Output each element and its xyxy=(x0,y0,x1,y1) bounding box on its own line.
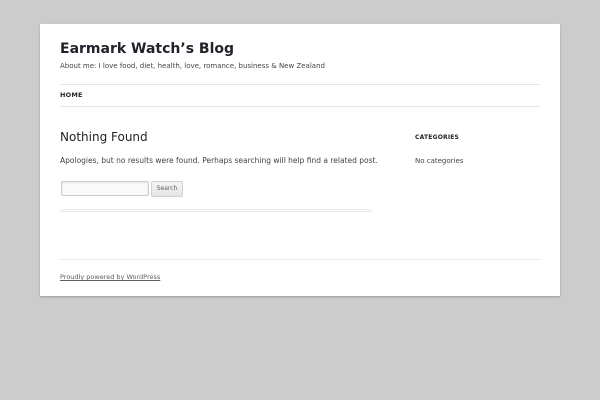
footer-divider xyxy=(60,259,540,260)
main-navigation: HOME xyxy=(60,84,540,107)
page-title: Nothing Found xyxy=(60,130,148,144)
search-button[interactable]: Search xyxy=(151,181,183,197)
search-input[interactable] xyxy=(61,181,149,196)
site-title[interactable]: Earmark Watch’s Blog xyxy=(60,40,234,58)
content-divider xyxy=(60,209,372,212)
page-container: Earmark Watch’s Blog About me: I love fo… xyxy=(40,24,560,296)
categories-widget-title: CATEGORIES xyxy=(415,134,460,141)
site-description: About me: I love food, diet, health, lov… xyxy=(60,62,325,70)
no-results-message: Apologies, but no results were found. Pe… xyxy=(60,156,378,165)
powered-by-link[interactable]: Proudly powered by WordPress xyxy=(60,273,160,282)
nav-item-home[interactable]: HOME xyxy=(60,91,83,100)
categories-empty-item: No categories xyxy=(415,157,464,165)
